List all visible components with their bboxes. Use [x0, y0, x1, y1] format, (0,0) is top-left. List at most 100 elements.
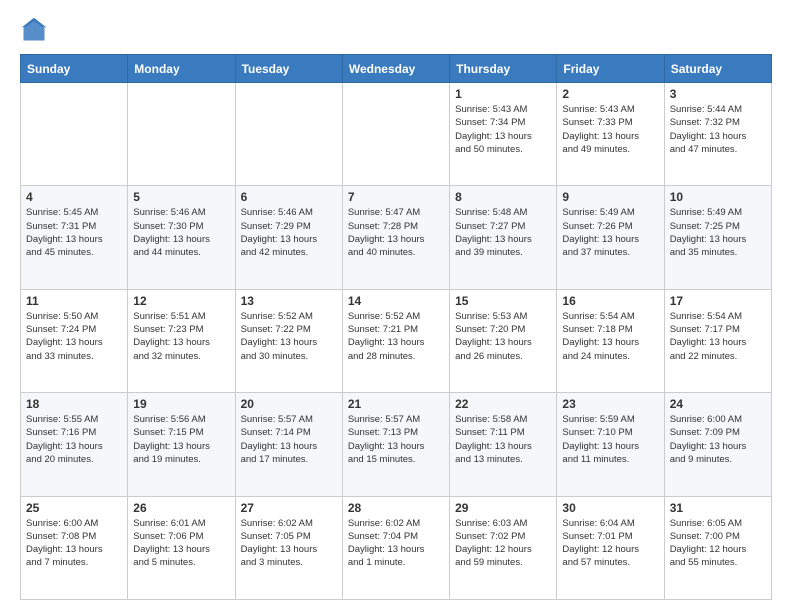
logo-icon [20, 16, 48, 44]
day-info: Sunrise: 6:03 AM Sunset: 7:02 PM Dayligh… [455, 517, 551, 570]
day-number: 23 [562, 397, 658, 411]
day-number: 2 [562, 87, 658, 101]
day-number: 25 [26, 501, 122, 515]
day-info: Sunrise: 5:52 AM Sunset: 7:22 PM Dayligh… [241, 310, 337, 363]
day-number: 21 [348, 397, 444, 411]
day-info: Sunrise: 6:00 AM Sunset: 7:09 PM Dayligh… [670, 413, 766, 466]
day-number: 19 [133, 397, 229, 411]
day-number: 14 [348, 294, 444, 308]
week-row-5: 25 Sunrise: 6:00 AM Sunset: 7:08 PM Dayli… [21, 496, 772, 599]
day-info: Sunrise: 5:45 AM Sunset: 7:31 PM Dayligh… [26, 206, 122, 259]
day-info: Sunrise: 5:48 AM Sunset: 7:27 PM Dayligh… [455, 206, 551, 259]
day-number: 3 [670, 87, 766, 101]
day-info: Sunrise: 5:43 AM Sunset: 7:34 PM Dayligh… [455, 103, 551, 156]
day-info: Sunrise: 5:55 AM Sunset: 7:16 PM Dayligh… [26, 413, 122, 466]
day-number: 6 [241, 190, 337, 204]
day-info: Sunrise: 5:47 AM Sunset: 7:28 PM Dayligh… [348, 206, 444, 259]
week-row-1: 1 Sunrise: 5:43 AM Sunset: 7:34 PM Daylig… [21, 83, 772, 186]
day-number: 18 [26, 397, 122, 411]
day-cell: 23 Sunrise: 5:59 AM Sunset: 7:10 PM Dayli… [557, 393, 664, 496]
day-cell: 26 Sunrise: 6:01 AM Sunset: 7:06 PM Dayli… [128, 496, 235, 599]
day-info: Sunrise: 5:59 AM Sunset: 7:10 PM Dayligh… [562, 413, 658, 466]
day-info: Sunrise: 6:04 AM Sunset: 7:01 PM Dayligh… [562, 517, 658, 570]
day-cell: 29 Sunrise: 6:03 AM Sunset: 7:02 PM Dayli… [450, 496, 557, 599]
day-cell: 10Sunrise: 5:49 AM Sunset: 7:25 PM Dayli… [664, 186, 771, 289]
day-cell: 17 Sunrise: 5:54 AM Sunset: 7:17 PM Dayli… [664, 289, 771, 392]
page: SundayMondayTuesdayWednesdayThursdayFrid… [0, 0, 792, 612]
day-number: 12 [133, 294, 229, 308]
day-cell [342, 83, 449, 186]
weekday-header-row: SundayMondayTuesdayWednesdayThursdayFrid… [21, 55, 772, 83]
day-number: 27 [241, 501, 337, 515]
day-number: 1 [455, 87, 551, 101]
day-info: Sunrise: 5:52 AM Sunset: 7:21 PM Dayligh… [348, 310, 444, 363]
day-cell: 11 Sunrise: 5:50 AM Sunset: 7:24 PM Dayli… [21, 289, 128, 392]
day-cell: 14 Sunrise: 5:52 AM Sunset: 7:21 PM Dayli… [342, 289, 449, 392]
day-number: 15 [455, 294, 551, 308]
day-cell: 28 Sunrise: 6:02 AM Sunset: 7:04 PM Dayli… [342, 496, 449, 599]
day-cell: 15 Sunrise: 5:53 AM Sunset: 7:20 PM Dayli… [450, 289, 557, 392]
day-cell: 16Sunrise: 5:54 AM Sunset: 7:18 PM Dayli… [557, 289, 664, 392]
day-info: Sunrise: 5:51 AM Sunset: 7:23 PM Dayligh… [133, 310, 229, 363]
day-cell: 13 Sunrise: 5:52 AM Sunset: 7:22 PM Dayli… [235, 289, 342, 392]
calendar-table: SundayMondayTuesdayWednesdayThursdayFrid… [20, 54, 772, 600]
day-info: Sunrise: 5:56 AM Sunset: 7:15 PM Dayligh… [133, 413, 229, 466]
day-number: 7 [348, 190, 444, 204]
day-cell: 30 Sunrise: 6:04 AM Sunset: 7:01 PM Dayli… [557, 496, 664, 599]
day-number: 20 [241, 397, 337, 411]
day-info: Sunrise: 5:49 AM Sunset: 7:26 PM Dayligh… [562, 206, 658, 259]
day-info: Sunrise: 5:58 AM Sunset: 7:11 PM Dayligh… [455, 413, 551, 466]
day-number: 4 [26, 190, 122, 204]
day-number: 31 [670, 501, 766, 515]
day-cell: 6Sunrise: 5:46 AM Sunset: 7:29 PM Daylig… [235, 186, 342, 289]
week-row-4: 18 Sunrise: 5:55 AM Sunset: 7:16 PM Dayli… [21, 393, 772, 496]
day-info: Sunrise: 5:54 AM Sunset: 7:17 PM Dayligh… [670, 310, 766, 363]
day-cell: 22 Sunrise: 5:58 AM Sunset: 7:11 PM Dayli… [450, 393, 557, 496]
day-cell: 3 Sunrise: 5:44 AM Sunset: 7:32 PM Daylig… [664, 83, 771, 186]
day-cell: 5Sunrise: 5:46 AM Sunset: 7:30 PM Daylig… [128, 186, 235, 289]
day-cell: 2 Sunrise: 5:43 AM Sunset: 7:33 PM Daylig… [557, 83, 664, 186]
day-number: 22 [455, 397, 551, 411]
logo [20, 16, 52, 44]
weekday-header-sunday: Sunday [21, 55, 128, 83]
day-cell: 7 Sunrise: 5:47 AM Sunset: 7:28 PM Daylig… [342, 186, 449, 289]
day-cell: 12 Sunrise: 5:51 AM Sunset: 7:23 PM Dayli… [128, 289, 235, 392]
day-number: 8 [455, 190, 551, 204]
day-info: Sunrise: 5:44 AM Sunset: 7:32 PM Dayligh… [670, 103, 766, 156]
week-row-2: 4 Sunrise: 5:45 AM Sunset: 7:31 PM Daylig… [21, 186, 772, 289]
day-info: Sunrise: 5:53 AM Sunset: 7:20 PM Dayligh… [455, 310, 551, 363]
day-cell [128, 83, 235, 186]
day-number: 29 [455, 501, 551, 515]
week-row-3: 11 Sunrise: 5:50 AM Sunset: 7:24 PM Dayli… [21, 289, 772, 392]
day-info: Sunrise: 5:54 AM Sunset: 7:18 PM Dayligh… [562, 310, 658, 363]
day-info: Sunrise: 6:02 AM Sunset: 7:04 PM Dayligh… [348, 517, 444, 570]
day-info: Sunrise: 5:43 AM Sunset: 7:33 PM Dayligh… [562, 103, 658, 156]
day-info: Sunrise: 5:57 AM Sunset: 7:14 PM Dayligh… [241, 413, 337, 466]
day-cell: 25 Sunrise: 6:00 AM Sunset: 7:08 PM Dayli… [21, 496, 128, 599]
day-info: Sunrise: 5:57 AM Sunset: 7:13 PM Dayligh… [348, 413, 444, 466]
day-number: 28 [348, 501, 444, 515]
weekday-header-wednesday: Wednesday [342, 55, 449, 83]
day-info: Sunrise: 6:05 AM Sunset: 7:00 PM Dayligh… [670, 517, 766, 570]
day-info: Sunrise: 5:50 AM Sunset: 7:24 PM Dayligh… [26, 310, 122, 363]
day-number: 11 [26, 294, 122, 308]
day-info: Sunrise: 6:01 AM Sunset: 7:06 PM Dayligh… [133, 517, 229, 570]
day-cell: 20 Sunrise: 5:57 AM Sunset: 7:14 PM Dayli… [235, 393, 342, 496]
day-number: 17 [670, 294, 766, 308]
weekday-header-monday: Monday [128, 55, 235, 83]
day-cell: 9Sunrise: 5:49 AM Sunset: 7:26 PM Daylig… [557, 186, 664, 289]
day-number: 30 [562, 501, 658, 515]
day-number: 13 [241, 294, 337, 308]
day-info: Sunrise: 6:00 AM Sunset: 7:08 PM Dayligh… [26, 517, 122, 570]
day-cell: 8 Sunrise: 5:48 AM Sunset: 7:27 PM Daylig… [450, 186, 557, 289]
day-number: 26 [133, 501, 229, 515]
day-cell: 24 Sunrise: 6:00 AM Sunset: 7:09 PM Dayli… [664, 393, 771, 496]
day-number: 24 [670, 397, 766, 411]
day-info: Sunrise: 5:49 AM Sunset: 7:25 PM Dayligh… [670, 206, 766, 259]
weekday-header-tuesday: Tuesday [235, 55, 342, 83]
weekday-header-thursday: Thursday [450, 55, 557, 83]
day-cell: 19 Sunrise: 5:56 AM Sunset: 7:15 PM Dayli… [128, 393, 235, 496]
day-cell: 1 Sunrise: 5:43 AM Sunset: 7:34 PM Daylig… [450, 83, 557, 186]
day-cell: 18 Sunrise: 5:55 AM Sunset: 7:16 PM Dayli… [21, 393, 128, 496]
day-cell: 27Sunrise: 6:02 AM Sunset: 7:05 PM Dayli… [235, 496, 342, 599]
